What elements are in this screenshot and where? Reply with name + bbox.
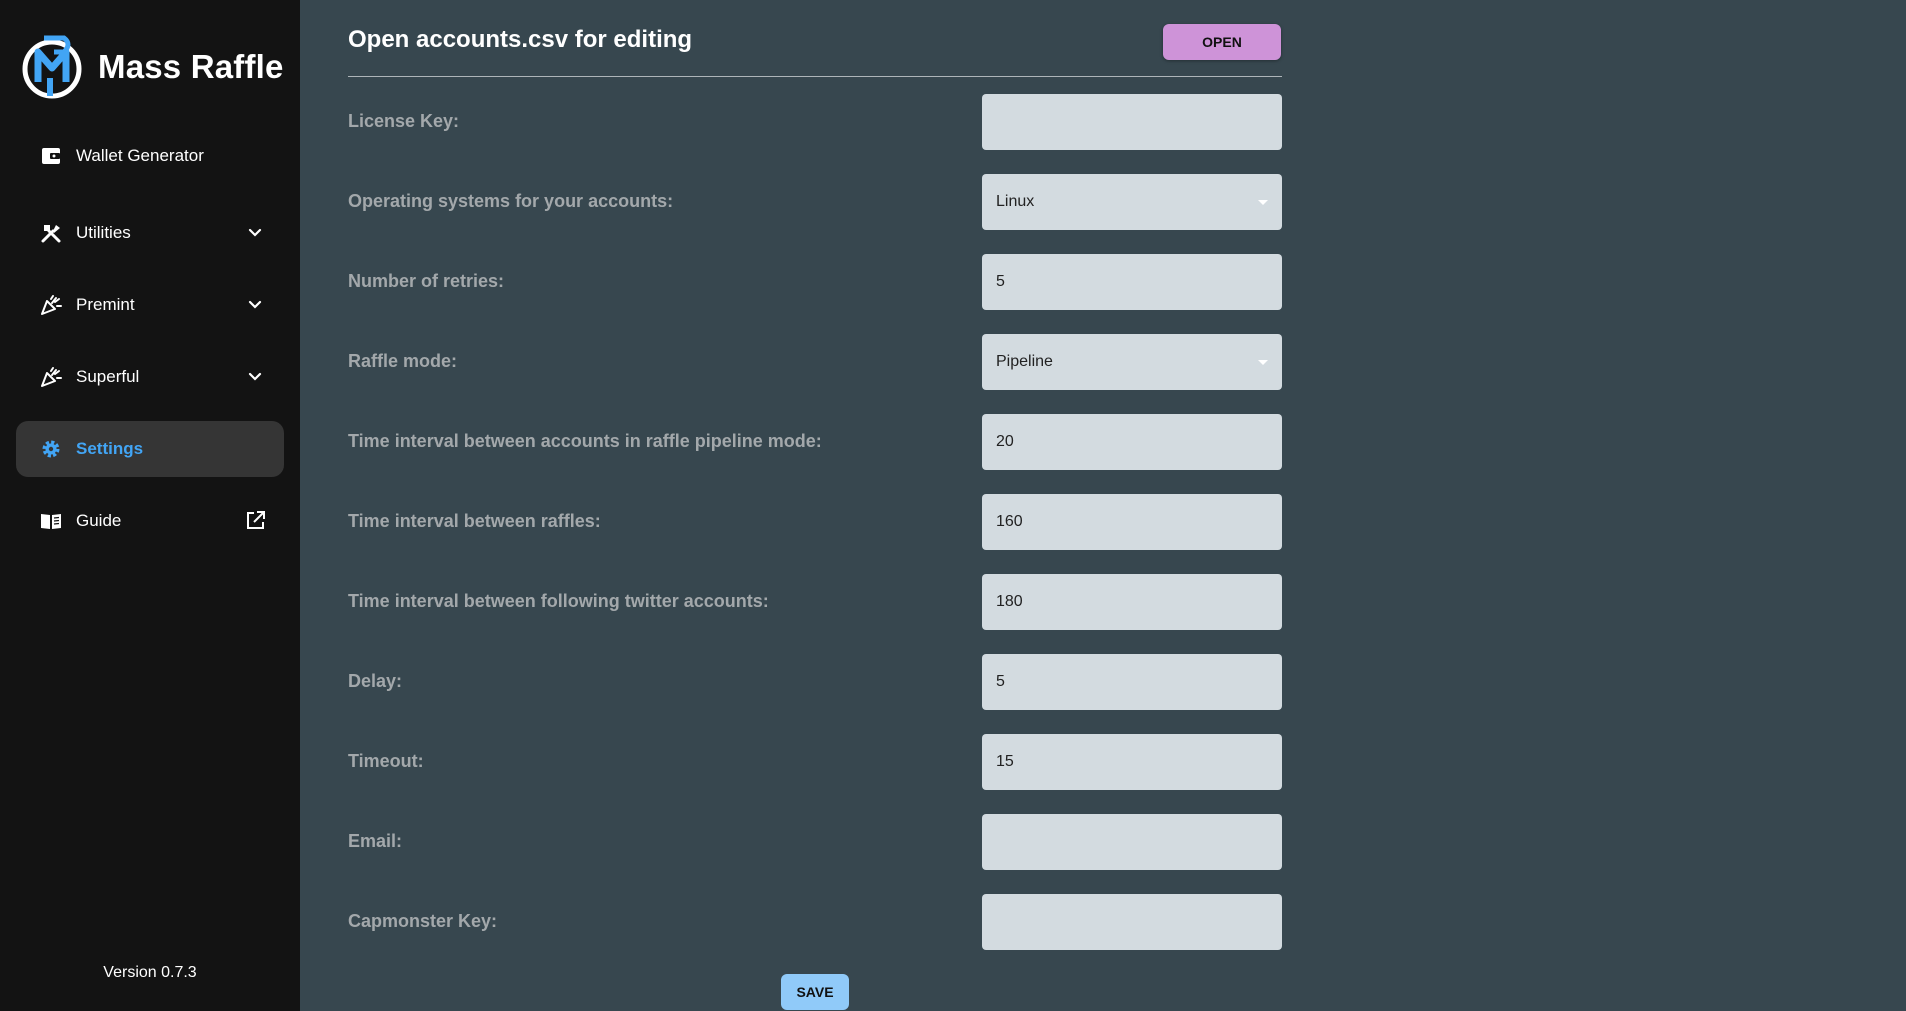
pipeline-interval-label: Time interval between accounts in raffle… [348, 431, 822, 451]
retries-row: Number of retries: 5 [348, 254, 1282, 310]
party-popper-icon [41, 367, 62, 387]
twitter-interval-label: Time interval between following twitter … [348, 591, 769, 611]
capmonster-key-input[interactable] [982, 894, 1282, 950]
sidebar-item-label: Settings [76, 439, 144, 458]
book-icon [41, 514, 61, 529]
divider [348, 76, 1282, 77]
timeout-input[interactable]: 15 [982, 734, 1282, 790]
raffle-interval-label: Time interval between raffles: [348, 511, 601, 531]
email-label: Email: [348, 831, 403, 851]
sidebar-item-utilities[interactable]: Utilities [16, 205, 284, 261]
raffle-interval-row: Time interval between raffles: 160 [348, 494, 1282, 550]
os-label: Operating systems for your accounts: [348, 191, 674, 211]
timeout-label: Timeout: [348, 751, 424, 771]
email-row: Email: [348, 814, 1282, 870]
tools-icon [41, 225, 61, 243]
sidebar-item-guide[interactable]: Guide [16, 493, 284, 549]
pipeline-interval-input[interactable]: 20 [982, 414, 1282, 470]
sidebar-item-label: Superful [76, 367, 140, 386]
wallet-icon [42, 148, 60, 164]
sidebar-item-premint[interactable]: Premint [16, 277, 284, 333]
sidebar-item-label: Premint [76, 295, 135, 314]
sidebar: Mass Raffle Wallet Generator Utilities P… [0, 0, 300, 1011]
os-select-value: Linux [996, 193, 1035, 210]
raffle-interval-input[interactable]: 160 [982, 494, 1282, 550]
email-input[interactable] [982, 814, 1282, 870]
app-title: Mass Raffle [98, 48, 284, 85]
mass-raffle-logo-icon [22, 35, 82, 99]
sidebar-item-label: Utilities [76, 223, 131, 242]
open-button[interactable]: OPEN [1163, 24, 1281, 60]
timeout-row: Timeout: 15 [348, 734, 1282, 790]
delay-row: Delay: 5 [348, 654, 1282, 710]
brand: Mass Raffle [20, 32, 284, 102]
settings-panel: Open accounts.csv for editing OPEN Licen… [348, 0, 1282, 1011]
capmonster-row: Capmonster Key: [348, 894, 1282, 950]
raffle-mode-select-value: Pipeline [996, 353, 1053, 370]
raffle-mode-row: Raffle mode: Pipeline [348, 334, 1282, 390]
raffle-mode-label: Raffle mode: [348, 351, 458, 371]
dropdown-caret-icon [1258, 200, 1268, 205]
chevron-down-icon [248, 372, 262, 381]
page-title: Open accounts.csv for editing [348, 26, 693, 53]
license-key-row: License Key: [348, 94, 1282, 150]
external-link-icon [247, 511, 265, 529]
chevron-down-icon [248, 300, 262, 309]
capmonster-label: Capmonster Key: [348, 911, 498, 931]
os-select[interactable]: Linux [982, 174, 1282, 230]
os-row: Operating systems for your accounts: Lin… [348, 174, 1282, 230]
delay-label: Delay: [348, 671, 403, 691]
save-button[interactable]: SAVE [781, 974, 849, 1010]
sidebar-item-label: Wallet Generator [76, 146, 204, 165]
gear-icon [42, 440, 60, 458]
chevron-down-icon [248, 228, 262, 237]
raffle-mode-select[interactable]: Pipeline [982, 334, 1282, 390]
twitter-interval-row: Time interval between following twitter … [348, 574, 1282, 630]
license-key-label: License Key: [348, 111, 460, 131]
sidebar-item-wallet-generator[interactable]: Wallet Generator [16, 128, 284, 184]
party-popper-icon [41, 295, 62, 315]
sidebar-item-settings[interactable]: Settings [16, 421, 284, 477]
sidebar-item-label: Guide [76, 511, 122, 530]
version-label: Version 0.7.3 [103, 964, 197, 981]
delay-input[interactable]: 5 [982, 654, 1282, 710]
sidebar-item-superful[interactable]: Superful [16, 349, 284, 405]
pipeline-interval-row: Time interval between accounts in raffle… [348, 414, 1282, 470]
twitter-interval-input[interactable]: 180 [982, 574, 1282, 630]
retries-input[interactable]: 5 [982, 254, 1282, 310]
dropdown-caret-icon [1258, 360, 1268, 365]
retries-label: Number of retries: [348, 271, 505, 291]
license-key-input[interactable] [982, 94, 1282, 150]
